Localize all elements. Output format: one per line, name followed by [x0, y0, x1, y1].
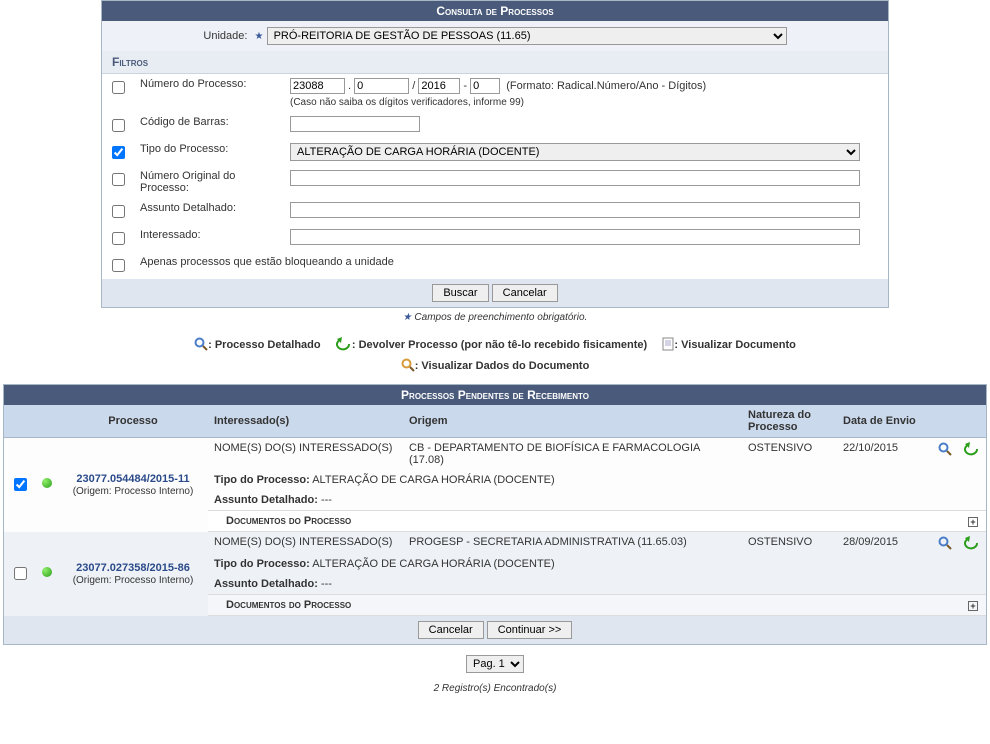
mandatory-note: ★ Campos de preenchimento obrigatório.: [0, 308, 990, 327]
col-interessados: Interessado(s): [208, 405, 403, 438]
formato-hint: (Formato: Radical.Número/Ano - Dígitos): [506, 80, 706, 92]
status-dot-icon: [42, 478, 52, 488]
interessado-label: Interessado:: [134, 225, 284, 252]
digitos-hint: (Caso não saiba os dígitos verificadores…: [290, 97, 882, 108]
return-arrow-icon: [336, 335, 352, 355]
docs-title: Documentos do Processo: [226, 515, 351, 527]
required-star-icon: ★: [255, 31, 264, 42]
assunto-value: ---: [321, 494, 332, 506]
unidade-row: Unidade: ★ PRÓ-REITORIA DE GESTÃO DE PES…: [102, 21, 888, 51]
pending-buttons-row: Cancelar Continuar >>: [4, 616, 986, 644]
col-natureza: Natureza do Processo: [742, 405, 837, 438]
pager-select[interactable]: Pag. 1: [466, 655, 524, 673]
numero-original-checkbox[interactable]: [112, 173, 125, 186]
assunto-detalhado-input[interactable]: [290, 202, 860, 218]
row-checkbox[interactable]: [14, 567, 27, 580]
apenas-bloqueando-label: Apenas processos que estão bloqueando a …: [134, 252, 888, 279]
tipo-processo-sublabel: Tipo do Processo:: [214, 474, 310, 486]
interessado-checkbox[interactable]: [112, 232, 125, 245]
pending-title: Processos Pendentes de Recebimento: [4, 385, 986, 405]
origem-cell: CB - DEPARTAMENTO DE BIOFÍSICA E FARMACO…: [403, 438, 742, 471]
found-count: 2 Registro(s) Encontrado(s): [0, 683, 990, 704]
data-envio-cell: 22/10/2015: [837, 438, 932, 471]
status-dot-icon: [42, 567, 52, 577]
apenas-bloqueando-checkbox[interactable]: [112, 259, 125, 272]
tipo-processo-checkbox[interactable]: [112, 146, 125, 159]
process-detail-icon[interactable]: [938, 537, 952, 549]
numero-original-input[interactable]: [290, 170, 860, 186]
pending-panel: Processos Pendentes de Recebimento Proce…: [3, 384, 987, 645]
return-process-icon[interactable]: [964, 537, 980, 549]
interessado-cell: NOME(S) DO(S) INTERESSADO(S): [208, 438, 403, 471]
search-buttons-row: Buscar Cancelar: [102, 279, 888, 307]
filters-table: Número do Processo: . / - (Formato: Radi…: [102, 74, 888, 279]
natureza-cell: OSTENSIVO: [742, 532, 837, 555]
unidade-select[interactable]: PRÓ-REITORIA DE GESTÃO DE PESSOAS (11.65…: [267, 27, 787, 45]
interessado-input[interactable]: [290, 229, 860, 245]
pager: Pag. 1: [0, 645, 990, 683]
filters-title: Filtros: [102, 51, 888, 74]
expand-icon[interactable]: +: [968, 517, 978, 527]
codigo-barras-checkbox[interactable]: [112, 119, 125, 132]
docs-title: Documentos do Processo: [226, 599, 351, 611]
origin-note: (Origem: Processo Interno): [73, 486, 194, 497]
col-processo: Processo: [58, 405, 208, 438]
assunto-sublabel: Assunto Detalhado:: [214, 578, 318, 590]
numero-original-label: Número Original do Processo:: [134, 166, 284, 198]
numero-input[interactable]: [354, 78, 409, 94]
digitos-input[interactable]: [470, 78, 500, 94]
tipo-processo-value: ALTERAÇÃO DE CARGA HORÁRIA (DOCENTE): [312, 474, 554, 486]
natureza-cell: OSTENSIVO: [742, 438, 837, 471]
magnifier-icon: [194, 335, 208, 355]
ano-input[interactable]: [418, 78, 460, 94]
origin-note: (Origem: Processo Interno): [73, 575, 194, 586]
row-checkbox[interactable]: [14, 478, 27, 491]
panel-title: Consulta de Processos: [102, 1, 888, 21]
search-panel: Consulta de Processos Unidade: ★ PRÓ-REI…: [101, 0, 889, 308]
assunto-detalhado-label: Assunto Detalhado:: [134, 198, 284, 225]
interessado-cell: NOME(S) DO(S) INTERESSADO(S): [208, 532, 403, 555]
assunto-value: ---: [321, 578, 332, 590]
legend: : Processo Detalhado : Devolver Processo…: [0, 327, 990, 384]
buscar-button[interactable]: Buscar: [432, 284, 488, 302]
tipo-processo-value: ALTERAÇÃO DE CARGA HORÁRIA (DOCENTE): [312, 558, 554, 570]
cancelar-pending-button[interactable]: Cancelar: [418, 621, 484, 639]
data-envio-cell: 28/09/2015: [837, 532, 932, 555]
tipo-processo-sublabel: Tipo do Processo:: [214, 558, 310, 570]
expand-icon[interactable]: +: [968, 601, 978, 611]
assunto-sublabel: Assunto Detalhado:: [214, 494, 318, 506]
continuar-button[interactable]: Continuar >>: [487, 621, 573, 639]
pending-table: Processo Interessado(s) Origem Natureza …: [4, 405, 986, 616]
tipo-processo-label: Tipo do Processo:: [134, 139, 284, 166]
col-origem: Origem: [403, 405, 742, 438]
origem-cell: PROGESP - SECRETARIA ADMINISTRATIVA (11.…: [403, 532, 742, 555]
process-detail-icon[interactable]: [938, 443, 952, 455]
col-data-envio: Data de Envio: [837, 405, 932, 438]
numero-processo-label: Número do Processo:: [134, 74, 284, 112]
cancelar-button[interactable]: Cancelar: [492, 284, 558, 302]
unidade-label: Unidade:: [203, 30, 247, 42]
codigo-barras-label: Código de Barras:: [134, 112, 284, 139]
return-process-icon[interactable]: [964, 443, 980, 455]
document-icon: [662, 335, 674, 355]
numero-processo-checkbox[interactable]: [112, 81, 125, 94]
codigo-barras-input[interactable]: [290, 116, 420, 132]
assunto-detalhado-checkbox[interactable]: [112, 205, 125, 218]
star-icon: ★: [403, 312, 412, 323]
magnifier-icon: [401, 356, 415, 376]
tipo-processo-select[interactable]: ALTERAÇÃO DE CARGA HORÁRIA (DOCENTE): [290, 143, 860, 161]
process-number-link[interactable]: 23077.027358/2015-86: [76, 562, 190, 574]
process-number-link[interactable]: 23077.054484/2015-11: [76, 473, 189, 485]
radical-input[interactable]: [290, 78, 345, 94]
